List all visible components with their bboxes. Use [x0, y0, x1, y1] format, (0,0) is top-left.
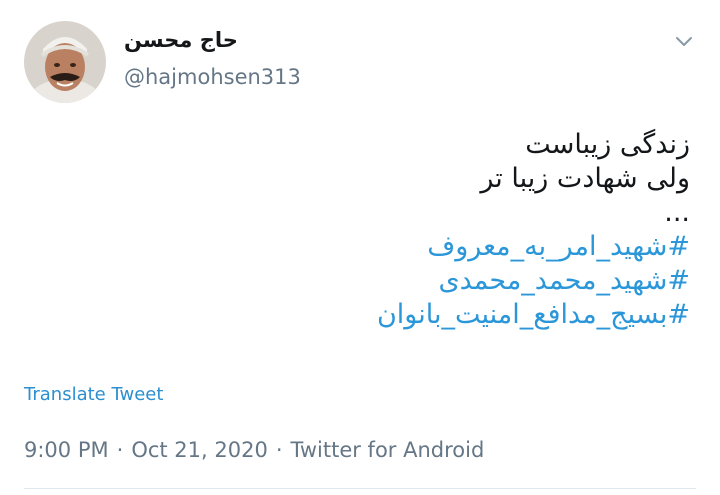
- tweet-date[interactable]: Oct 21, 2020: [131, 438, 268, 462]
- tweet-line: ولی شهادت زیبا تر: [480, 163, 690, 194]
- meta-separator: ·: [116, 438, 124, 462]
- tweet-meta: 9:00 PM · Oct 21, 2020 · Twitter for Android: [24, 438, 484, 462]
- avatar-image: [24, 21, 106, 103]
- hashtag-link[interactable]: #شهید_محمد_محمدی: [130, 264, 691, 298]
- tweet-line: زندگی زیباست: [525, 129, 690, 160]
- chevron-down-icon[interactable]: [672, 32, 696, 52]
- tweet-text: زندگی زیباست ولی شهادت زیبا تر ... #شهید…: [130, 128, 690, 332]
- divider: [24, 488, 696, 489]
- hashtag-link[interactable]: #شهید_امر_به_معروف: [130, 230, 690, 264]
- author-handle[interactable]: @hajmohsen313: [124, 65, 301, 89]
- meta-separator: ·: [275, 438, 283, 462]
- hashtag-link[interactable]: #بسیج_مدافع_امنیت_بانوان: [130, 298, 690, 332]
- tweet-line: ...: [664, 197, 690, 228]
- author-display-name[interactable]: حاج محسن: [124, 28, 238, 52]
- translate-tweet-link[interactable]: Translate Tweet: [24, 384, 163, 405]
- tweet-time[interactable]: 9:00 PM: [24, 438, 109, 462]
- avatar[interactable]: [24, 21, 106, 103]
- tweet-source[interactable]: Twitter for Android: [291, 438, 485, 462]
